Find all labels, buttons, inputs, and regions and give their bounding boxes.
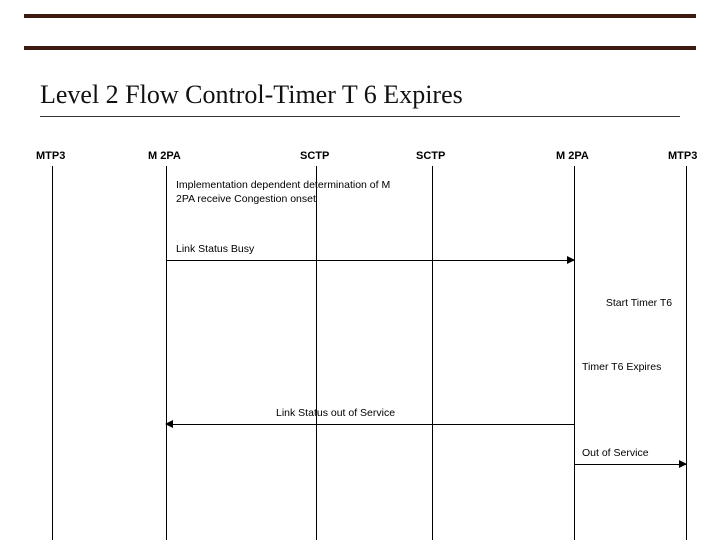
lifeline-mtp3-right xyxy=(686,166,687,540)
note-implementation-dependent: Implementation dependent determination o… xyxy=(176,178,406,206)
lane-label-mtp3-left: MTP3 xyxy=(36,150,65,162)
lifeline-sctp-right xyxy=(432,166,433,540)
label-link-status-busy: Link Status Busy xyxy=(176,242,254,256)
title-underline xyxy=(40,116,680,117)
note-start-timer-t6: Start Timer T6 xyxy=(604,296,674,310)
lifeline-sctp-left xyxy=(316,166,317,540)
slide-decoration-bar xyxy=(24,14,696,50)
lane-label-m2pa-right: M 2PA xyxy=(556,150,589,162)
arrow-link-status-busy xyxy=(166,260,574,261)
arrow-link-status-out-of-service xyxy=(166,424,574,425)
label-link-status-out-of-service: Link Status out of Service xyxy=(276,406,395,420)
lifeline-m2pa-right xyxy=(574,166,575,540)
arrow-out-of-service xyxy=(574,464,686,465)
lane-label-mtp3-right: MTP3 xyxy=(668,150,697,162)
slide-title: Level 2 Flow Control-Timer T 6 Expires xyxy=(40,80,463,110)
lane-label-m2pa-left: M 2PA xyxy=(148,150,181,162)
label-out-of-service: Out of Service xyxy=(582,446,649,460)
lifeline-m2pa-left xyxy=(166,166,167,540)
lane-label-sctp-left: SCTP xyxy=(300,150,329,162)
lifeline-mtp3-left xyxy=(52,166,53,540)
note-timer-t6-expires: Timer T6 Expires xyxy=(582,360,662,374)
lane-label-sctp-right: SCTP xyxy=(416,150,445,162)
